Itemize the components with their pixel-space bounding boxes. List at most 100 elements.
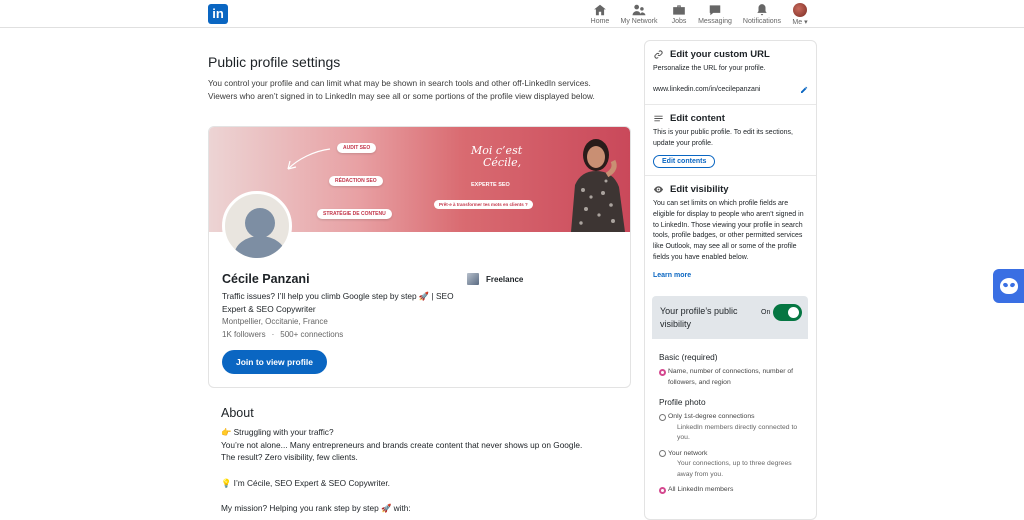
nav-items: Home My Network Jobs Messaging Notificat…	[586, 2, 812, 28]
custom-url-row: www.linkedin.com/in/cecilepanzani	[653, 86, 808, 94]
option-label: Your network	[668, 449, 708, 457]
eye-icon	[653, 186, 664, 193]
home-icon	[594, 4, 606, 16]
alien-icon	[999, 278, 1018, 294]
edit-visibility-description: You can set limits on which profile fiel…	[653, 200, 804, 261]
briefcase-icon	[673, 5, 685, 15]
about-title: About	[221, 406, 254, 420]
basic-option: Name, number of connections, number of f…	[659, 367, 801, 388]
followers-count: 1K followers	[222, 330, 266, 339]
about-line: The result? Zero visibility, few clients…	[221, 452, 358, 463]
edit-content-title-text: Edit content	[670, 113, 725, 124]
about-spacer	[221, 490, 631, 503]
stats-separator: ·	[271, 330, 275, 339]
nav-label: Messaging	[698, 18, 732, 25]
nav-label: Notifications	[742, 18, 782, 25]
custom-url-value: www.linkedin.com/in/cecilepanzani	[653, 86, 761, 94]
radio-1st-degree[interactable]	[659, 413, 666, 421]
link-icon	[654, 50, 663, 59]
nav-messaging[interactable]: Messaging	[694, 2, 736, 28]
banner-tagline: Prêt·e à transformer tes mots en clients…	[434, 200, 533, 209]
option-sub: Your connections, up to three degrees aw…	[677, 460, 792, 478]
photo-group-title: Profile photo	[659, 397, 706, 407]
toggle-state-label: On	[761, 309, 771, 316]
avatar	[793, 3, 807, 17]
connections-count: 500+ connections	[280, 330, 344, 339]
top-nav: in Home My Network Jobs Messaging Notifi…	[0, 0, 1024, 28]
custom-url-section: Edit your custom URL Personalize the URL…	[645, 41, 816, 105]
profile-headline: Traffic issues? I’ll help you climb Goog…	[222, 291, 454, 314]
about-line: My mission? Helping you rank step by ste…	[221, 503, 411, 514]
public-visibility-panel: Your profile’s public visibility On Basi…	[652, 296, 808, 517]
option-text: Only 1st-degree connections LinkedIn memb…	[668, 412, 801, 444]
about-section: About 👉 Struggling with your traffic? Yo…	[221, 406, 631, 515]
page-title: Public profile settings	[208, 54, 341, 70]
custom-url-title: Edit your custom URL	[653, 49, 808, 60]
banner-expert: EXPERTE SEO	[471, 182, 510, 188]
profile-name: Cécile Panzani	[222, 272, 310, 286]
toggle-knob	[788, 307, 799, 318]
nav-notifications[interactable]: Notifications	[736, 2, 788, 28]
custom-url-title-text: Edit your custom URL	[670, 49, 770, 60]
main-column: Public profile settings You control your…	[208, 40, 631, 102]
bell-icon	[757, 4, 767, 16]
basic-option-label: Name, number of connections, number of f…	[668, 368, 794, 386]
banner-cecile: Cécile,	[483, 156, 522, 169]
about-spacer	[221, 464, 631, 477]
option-sub: LinkedIn members directly connected to y…	[677, 423, 798, 442]
public-visibility-header: Your profile’s public visibility On	[652, 296, 808, 339]
banner-headline: Moi c’est Cécile,	[471, 145, 522, 169]
arrow-sketch-icon	[287, 148, 331, 170]
public-visibility-toggle[interactable]	[773, 304, 802, 321]
avatar-head	[245, 208, 275, 238]
network-icon	[632, 4, 646, 16]
custom-url-description: Personalize the URL for your profile.	[653, 65, 766, 72]
banner-pill: STRATÉGIE DE CONTENU	[317, 209, 392, 219]
nav-label: Home	[590, 18, 610, 25]
nav-label: Jobs	[671, 18, 687, 25]
extension-floating-button[interactable]	[993, 269, 1024, 303]
banner-pill: AUDIT SEO	[337, 143, 377, 153]
profile-location: Montpellier, Occitanie, France	[222, 317, 328, 326]
option-label: Only 1st-degree connections	[668, 413, 755, 420]
company-name: Freelance	[486, 274, 524, 284]
chat-icon	[709, 5, 721, 16]
about-line: You’re not alone... Many entrepreneurs a…	[221, 439, 583, 450]
edit-content-section: Edit content This is your public profile…	[645, 105, 816, 176]
about-line: 👉 Struggling with your traffic?	[221, 427, 334, 437]
learn-more-link[interactable]: Learn more	[653, 272, 691, 279]
linkedin-logo[interactable]: in	[208, 4, 228, 24]
banner-person-photo	[571, 139, 625, 232]
current-company[interactable]: Freelance	[467, 273, 523, 285]
profile-stats: 1K followers · 500+ connections	[222, 330, 343, 339]
nav-home[interactable]: Home	[586, 2, 614, 28]
option-label: All LinkedIn members	[668, 486, 734, 493]
join-to-view-profile-button[interactable]: Join to view profile	[222, 350, 327, 374]
photo-option-all-members[interactable]: All LinkedIn members	[659, 485, 801, 496]
profile-avatar	[222, 191, 292, 261]
public-visibility-title: Your profile’s public visibility	[660, 306, 738, 329]
option-text: Your network Your connections, up to thre…	[668, 449, 801, 481]
page-description: You control your profile and can limit w…	[208, 78, 595, 101]
company-logo-icon	[467, 273, 479, 285]
lines-icon	[654, 115, 663, 122]
photo-option-1st-degree[interactable]: Only 1st-degree connections LinkedIn memb…	[659, 412, 801, 444]
avatar-body	[234, 236, 286, 258]
nav-label: My Network	[620, 18, 658, 25]
radio-all-members[interactable]	[659, 486, 666, 494]
pencil-icon[interactable]	[800, 86, 808, 94]
edit-content-description: This is your public profile. To edit its…	[653, 129, 793, 147]
basic-radio	[659, 368, 666, 376]
edit-contents-button[interactable]: Edit contents	[653, 154, 716, 168]
radio-network[interactable]	[659, 450, 666, 457]
basic-group-title: Basic (required)	[659, 352, 718, 362]
nav-me[interactable]: Me ▾	[788, 2, 812, 28]
about-line: 💡 I’m Cécile, SEO Expert & SEO Copywrite…	[221, 477, 390, 488]
edit-visibility-section: Edit visibility You can set limits on wh…	[645, 176, 816, 290]
visibility-options: Basic (required) Name, number of connect…	[652, 339, 808, 503]
edit-visibility-title: Edit visibility	[653, 184, 808, 195]
edit-content-title: Edit content	[653, 113, 808, 124]
photo-option-network[interactable]: Your network Your connections, up to thre…	[659, 449, 801, 481]
nav-my-network[interactable]: My Network	[614, 2, 664, 28]
nav-jobs[interactable]: Jobs	[664, 2, 694, 28]
